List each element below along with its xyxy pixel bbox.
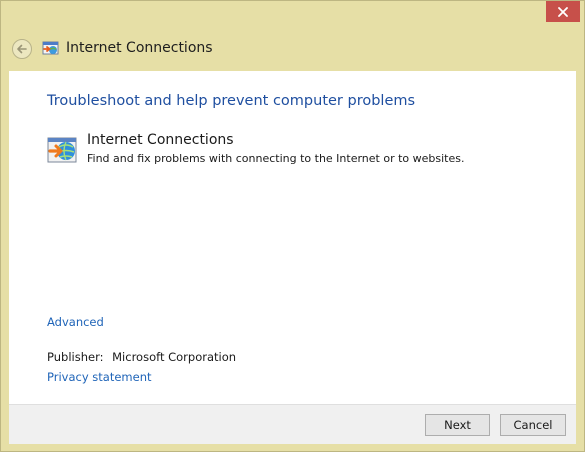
item-title[interactable]: Internet Connections xyxy=(87,132,234,148)
next-button[interactable]: Next xyxy=(425,414,490,436)
back-button[interactable] xyxy=(12,39,32,59)
internet-globe-arrow-icon xyxy=(47,137,77,163)
item-description: Find and fix problems with connecting to… xyxy=(87,152,465,165)
troubleshooter-icon xyxy=(42,41,59,55)
advanced-link[interactable]: Advanced xyxy=(47,315,104,329)
publisher-value: Microsoft Corporation xyxy=(112,350,237,364)
back-arrow-icon xyxy=(17,44,27,54)
publisher-label: Publisher: xyxy=(47,350,104,364)
cancel-button[interactable]: Cancel xyxy=(500,414,566,436)
page-heading: Troubleshoot and help prevent computer p… xyxy=(47,93,416,109)
publisher-info: Publisher: Microsoft Corporation xyxy=(47,350,236,364)
troubleshooter-window: Internet Connections Troubleshoot and he… xyxy=(0,0,585,452)
content-area: Troubleshoot and help prevent computer p… xyxy=(9,71,576,404)
privacy-statement-link[interactable]: Privacy statement xyxy=(47,370,152,384)
footer-bar: Next Cancel xyxy=(9,404,576,444)
close-button[interactable] xyxy=(546,1,580,22)
window-title: Internet Connections xyxy=(66,40,213,56)
close-icon xyxy=(558,6,568,17)
